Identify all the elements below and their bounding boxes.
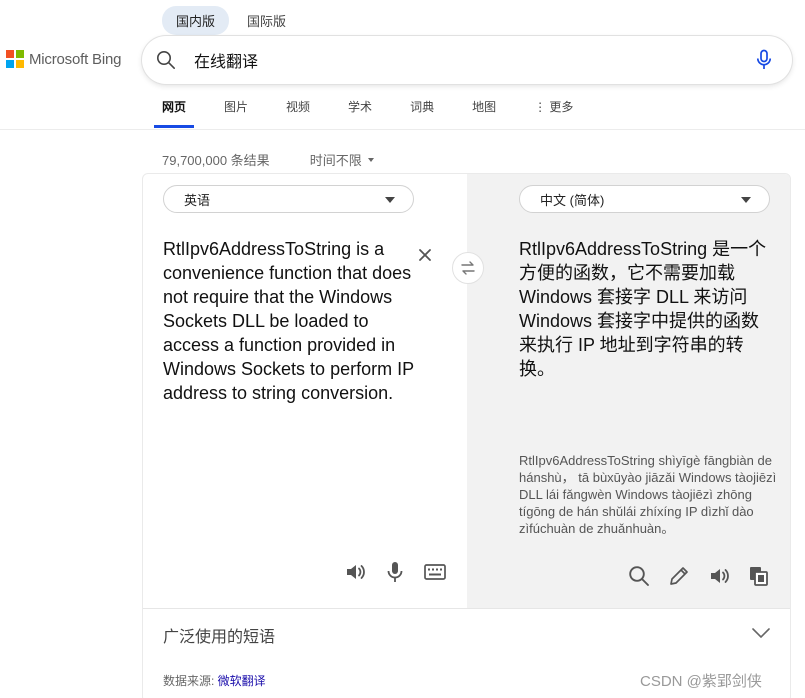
data-source-line: 数据来源: 微软翻译 — [163, 672, 266, 689]
pinyin-text: RtlIpv6AddressToString shìyīgè fāngbiàn … — [519, 453, 777, 536]
results-count: 79,700,000 条结果 — [162, 153, 270, 168]
nav-dictionary[interactable]: 词典 — [410, 98, 434, 125]
common-phrases-heading[interactable]: 广泛使用的短语 — [163, 623, 275, 647]
keyboard-icon[interactable] — [423, 560, 447, 584]
search-icon[interactable] — [156, 50, 176, 70]
nav-more[interactable]: ⋮ 更多 — [534, 98, 573, 125]
region-tab-domestic[interactable]: 国内版 — [162, 6, 230, 35]
dropdown-arrow-icon — [385, 197, 395, 203]
nav-images[interactable]: 图片 — [224, 98, 248, 125]
source-text[interactable]: RtlIpv6AddressToString is a convenience … — [163, 237, 415, 405]
search-box — [142, 36, 792, 84]
region-tabs: 国内版 国际版 — [162, 6, 300, 35]
result-meta: 79,700,000 条结果 时间不限 — [162, 150, 374, 169]
swap-languages-button[interactable] — [452, 252, 484, 284]
region-tab-international[interactable]: 国际版 — [233, 6, 300, 35]
time-filter-label: 时间不限 — [309, 153, 362, 168]
data-source-link[interactable]: 微软翻译 — [218, 674, 266, 688]
card-divider — [143, 608, 790, 609]
nav-maps[interactable]: 地图 — [472, 98, 496, 125]
microphone-icon[interactable] — [383, 560, 407, 584]
translated-text: RtlIpv6AddressToString 是一个方便的函数，它不需要加载 W… — [519, 239, 767, 379]
speaker-icon[interactable] — [343, 560, 367, 584]
logo-text: Microsoft Bing — [29, 50, 122, 68]
caret-down-icon — [367, 157, 374, 162]
chevron-down-icon[interactable] — [751, 626, 771, 640]
search-input[interactable] — [194, 48, 734, 72]
nav-academic[interactable]: 学术 — [348, 98, 372, 125]
source-language-label: 英语 — [184, 192, 211, 208]
target-language-select[interactable]: 中文 (简体) — [519, 185, 770, 213]
translator-card: 英语 中文 (简体) RtlIpv6AddressToString is a c… — [142, 173, 791, 698]
nav-divider — [0, 129, 805, 130]
bing-logo[interactable]: Microsoft Bing — [6, 50, 121, 68]
nav-web[interactable]: 网页 — [153, 98, 195, 128]
search-nav: 网页 图片 视频 学术 词典 地图 ⋮ 更多 — [153, 98, 611, 128]
watermark: CSDN @紫郢剑侠 — [640, 673, 762, 690]
dropdown-arrow-icon — [741, 197, 751, 203]
target-language-label: 中文 (简体) — [540, 192, 605, 208]
source-language-select[interactable]: 英语 — [163, 185, 414, 213]
swap-icon — [461, 261, 475, 275]
edit-pencil-icon[interactable] — [667, 564, 691, 588]
copy-icon[interactable] — [747, 564, 771, 588]
time-filter-dropdown[interactable]: 时间不限 — [310, 150, 374, 169]
nav-videos[interactable]: 视频 — [286, 98, 310, 125]
clear-text-icon[interactable] — [415, 245, 435, 265]
microsoft-logo-icon — [6, 50, 24, 68]
speaker-icon[interactable] — [707, 564, 731, 588]
search-icon[interactable] — [627, 564, 651, 588]
microphone-icon[interactable] — [754, 49, 774, 71]
data-source-label: 数据来源: — [163, 674, 218, 688]
